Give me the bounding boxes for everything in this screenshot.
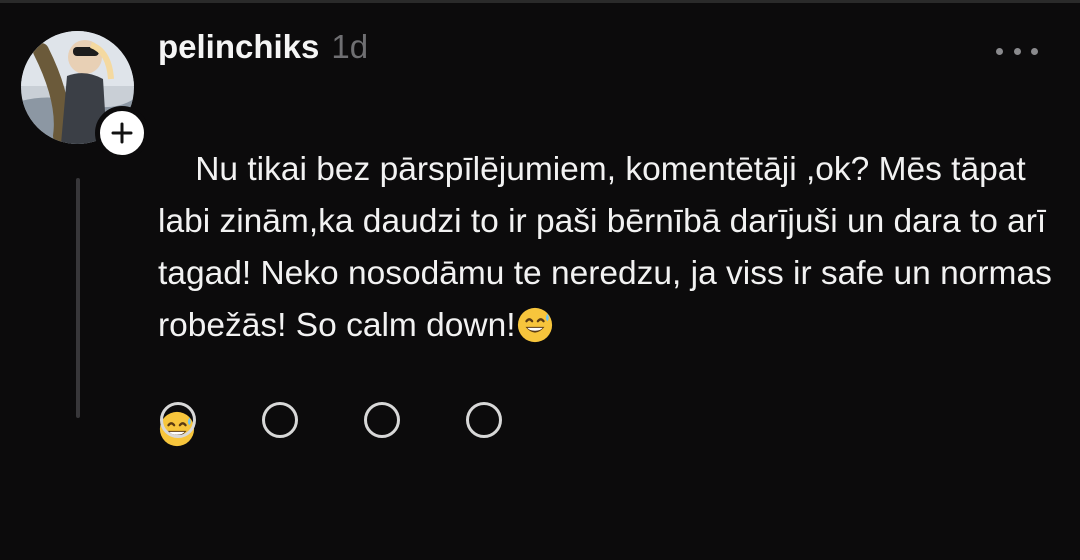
username[interactable]: pelinchiks (158, 28, 319, 66)
follow-button[interactable] (95, 106, 149, 160)
more-dot (1031, 47, 1038, 55)
more-options-button[interactable] (996, 38, 1038, 64)
post-header: pelinchiks 1d (158, 28, 368, 72)
plus-icon (111, 122, 133, 144)
action-bar (160, 402, 502, 438)
avatar-container[interactable] (21, 31, 149, 160)
share-icon[interactable] (466, 402, 502, 438)
thread-post: pelinchiks 1d Nu tikai bez pārspīlējumie… (0, 0, 1080, 447)
comment-body: Nu tikai bez pārspīlējumiem, komentētāji… (158, 92, 1058, 560)
timestamp: 1d (331, 28, 369, 65)
comment-text: Nu tikai bez pārspīlējumiem, komentētāji… (158, 151, 1062, 344)
heart-icon[interactable] (160, 402, 196, 438)
repost-icon[interactable] (364, 402, 400, 438)
grinning-face-with-sweat-icon (517, 307, 552, 343)
more-horizontal-icon (996, 47, 1003, 55)
comment-icon[interactable] (262, 402, 298, 438)
more-dot (1013, 47, 1021, 55)
thread-connector-line (76, 178, 80, 418)
